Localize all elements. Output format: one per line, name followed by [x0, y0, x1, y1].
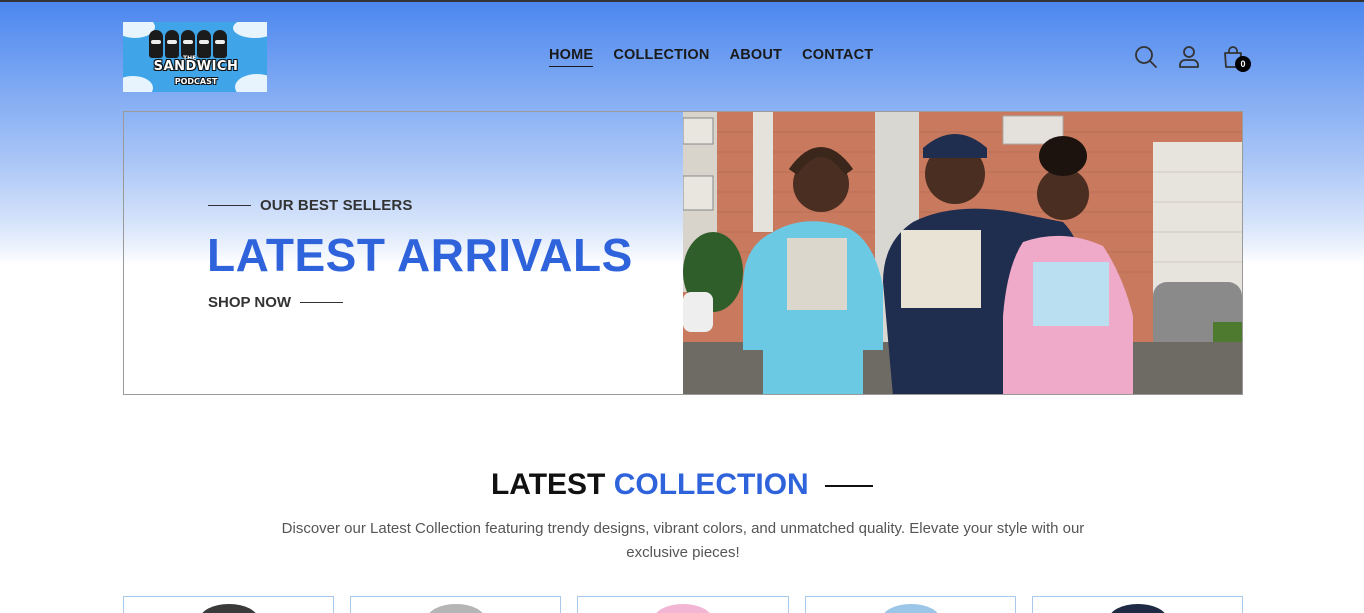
title-plain: LATEST	[490, 468, 606, 501]
logo-figure	[181, 30, 195, 58]
search-icon[interactable]	[1133, 44, 1159, 70]
logo-figure	[213, 30, 227, 58]
title-line	[825, 485, 874, 488]
nav-contact[interactable]: CONTACT	[802, 47, 873, 67]
shop-now-line	[300, 301, 344, 304]
hero-image	[683, 112, 1242, 394]
hero-banner: OUR BEST SELLERS LATEST ARRIVALS SHOP NO…	[123, 111, 1243, 395]
hero-photo	[683, 112, 1242, 394]
logo-figure	[197, 30, 211, 58]
header-icons: 0	[1133, 44, 1253, 74]
eyebrow-line	[208, 204, 251, 207]
product-card[interactable]	[804, 596, 1016, 613]
nav-home[interactable]: HOME	[549, 47, 594, 67]
product-thumbnail[interactable]	[1108, 604, 1167, 613]
hero-eyebrow: OUR BEST SELLERS	[208, 197, 412, 214]
product-card[interactable]	[577, 596, 789, 613]
logo-figure	[165, 30, 179, 58]
product-thumbnail[interactable]	[200, 604, 258, 613]
site-header: THE SANDWICH PODCAST HOME COLLECTION ABO…	[0, 2, 1364, 112]
brand-logo[interactable]: THE SANDWICH PODCAST	[123, 22, 267, 92]
shop-now-link[interactable]: SHOP NOW	[208, 294, 344, 311]
nav-collection[interactable]: COLLECTION	[613, 47, 709, 67]
product-thumbnail[interactable]	[427, 604, 486, 613]
hero-title: LATEST ARRIVALS	[207, 229, 633, 281]
latest-collection-title: LATEST COLLECTION	[0, 468, 1364, 502]
title-accent: COLLECTION	[613, 468, 809, 501]
product-card[interactable]	[123, 596, 335, 613]
product-thumbnail[interactable]	[881, 604, 940, 613]
product-card[interactable]	[1031, 596, 1244, 613]
hero-text-panel: OUR BEST SELLERS LATEST ARRIVALS SHOP NO…	[124, 112, 683, 394]
nav-about[interactable]: ABOUT	[730, 47, 783, 67]
shop-now-label[interactable]: SHOP NOW	[208, 294, 291, 311]
product-grid	[123, 596, 1244, 613]
eyebrow-text: OUR BEST SELLERS	[260, 197, 413, 214]
logo-figure	[149, 30, 163, 58]
product-card[interactable]	[350, 596, 562, 613]
product-thumbnail[interactable]	[654, 604, 713, 613]
shopping-bag-icon[interactable]: 0	[1221, 44, 1251, 72]
logo-cloud	[233, 22, 267, 38]
main-nav: HOME COLLECTION ABOUT CONTACT	[549, 47, 873, 67]
logo-title: SANDWICH	[153, 59, 239, 74]
user-icon[interactable]	[1177, 44, 1203, 70]
latest-collection-description: Discover our Latest Collection featuring…	[281, 520, 1085, 561]
logo-subtitle: PODCAST	[174, 77, 218, 86]
cart-count-badge: 0	[1235, 56, 1251, 72]
